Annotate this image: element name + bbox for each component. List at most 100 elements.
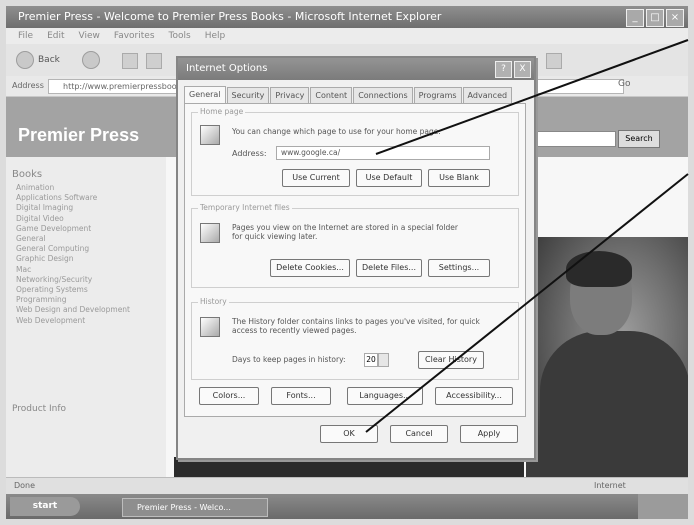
general-tab-panel: Home page You can change which page to u… <box>184 103 526 417</box>
settings-button[interactable]: Settings... <box>428 259 490 277</box>
tab-general[interactable]: General <box>184 86 226 104</box>
languages-button[interactable]: Languages... <box>347 387 423 405</box>
days-spinner-icon[interactable] <box>378 353 389 367</box>
photo-body <box>540 331 688 481</box>
history-text: The History folder contains links to pag… <box>232 317 480 335</box>
tab-privacy[interactable]: Privacy <box>270 87 310 103</box>
status-bar: Done Internet <box>6 477 688 494</box>
nav-item[interactable]: Web Design and Development <box>16 305 130 315</box>
history-title: History <box>198 297 229 306</box>
dialog-title: Internet Options <box>186 63 268 74</box>
close-icon[interactable]: × <box>666 9 684 27</box>
accessibility-button[interactable]: Accessibility... <box>435 387 513 405</box>
browser-title-bar: Premier Press - Welcome to Premier Press… <box>6 6 688 28</box>
site-search-input[interactable] <box>526 131 616 147</box>
nav-item[interactable]: Game Development <box>16 224 130 234</box>
maximize-icon[interactable]: □ <box>646 9 664 27</box>
back-arrow-icon <box>16 51 34 69</box>
home-page-text: You can change which page to use for you… <box>232 127 441 136</box>
tab-content[interactable]: Content <box>310 87 353 103</box>
back-button[interactable]: Back <box>16 51 60 69</box>
address-label: Address <box>12 81 44 90</box>
apply-button[interactable]: Apply <box>460 425 518 443</box>
menu-file[interactable]: File <box>18 28 33 44</box>
delete-cookies-button[interactable]: Delete Cookies... <box>270 259 350 277</box>
menu-favorites[interactable]: Favorites <box>114 28 155 44</box>
help-icon[interactable]: ? <box>495 61 512 78</box>
photo-hair <box>566 251 632 287</box>
window-controls: _ □ × <box>626 9 684 27</box>
temporary-files-title: Temporary Internet files <box>198 203 292 212</box>
nav-item[interactable]: Mac <box>16 265 130 275</box>
browser-window: Premier Press - Welcome to Premier Press… <box>6 6 688 519</box>
dark-band <box>174 457 524 477</box>
dialog-title-bar: Internet Options ? X <box>178 58 534 80</box>
go-button[interactable]: Go <box>618 79 630 89</box>
taskbar-item-browser[interactable]: Premier Press - Welco... <box>122 498 268 517</box>
cancel-button[interactable]: Cancel <box>390 425 448 443</box>
nav-item[interactable]: General <box>16 234 130 244</box>
use-current-button[interactable]: Use Current <box>282 169 350 187</box>
tab-advanced[interactable]: Advanced <box>462 87 513 103</box>
internet-options-dialog: Internet Options ? X General Security Pr… <box>176 56 536 460</box>
promo-photo <box>526 237 688 481</box>
history-group: History The History folder contains link… <box>191 297 519 380</box>
menu-view[interactable]: View <box>79 28 100 44</box>
nav-item[interactable]: Applications Software <box>16 193 130 203</box>
days-to-keep-input[interactable]: 20 <box>364 353 378 367</box>
nav-item[interactable]: Programming <box>16 295 130 305</box>
tab-security[interactable]: Security <box>226 87 270 103</box>
home-page-group: Home page You can change which page to u… <box>191 107 519 196</box>
mail-icon[interactable] <box>546 53 562 69</box>
dialog-controls: ? X <box>495 61 531 78</box>
product-info-heading: Product Info <box>12 404 67 414</box>
start-button[interactable]: start <box>10 497 80 516</box>
menu-bar: File Edit View Favorites Tools Help <box>6 28 688 44</box>
nav-item[interactable]: Digital Imaging <box>16 203 130 213</box>
nav-item[interactable]: Digital Video <box>16 214 130 224</box>
menu-help[interactable]: Help <box>205 28 226 44</box>
back-label: Back <box>38 55 60 65</box>
nav-item[interactable]: Animation <box>16 183 130 193</box>
minimize-icon[interactable]: _ <box>626 9 644 27</box>
ok-button[interactable]: OK <box>320 425 378 443</box>
nav-list: Animation Applications Software Digital … <box>16 183 130 326</box>
system-tray <box>638 494 688 519</box>
home-page-icon <box>200 125 220 145</box>
nav-item[interactable]: Networking/Security <box>16 275 130 285</box>
use-default-button[interactable]: Use Default <box>356 169 422 187</box>
nav-item[interactable]: General Computing <box>16 244 130 254</box>
delete-files-button[interactable]: Delete Files... <box>356 259 422 277</box>
days-to-keep-label: Days to keep pages in history: <box>232 355 346 364</box>
menu-edit[interactable]: Edit <box>47 28 64 44</box>
browser-title: Premier Press - Welcome to Premier Press… <box>18 10 442 23</box>
use-blank-button[interactable]: Use Blank <box>428 169 490 187</box>
stop-icon[interactable] <box>122 53 138 69</box>
tab-programs[interactable]: Programs <box>413 87 462 103</box>
temporary-files-icon <box>200 223 220 243</box>
clear-history-button[interactable]: Clear History <box>418 351 484 369</box>
forward-arrow-icon[interactable] <box>82 51 100 69</box>
close-icon[interactable]: X <box>514 61 531 78</box>
refresh-icon[interactable] <box>146 53 162 69</box>
taskbar: start Premier Press - Welco... <box>6 494 688 519</box>
menu-tools[interactable]: Tools <box>169 28 191 44</box>
tab-connections[interactable]: Connections <box>353 87 413 103</box>
nav-item[interactable]: Graphic Design <box>16 254 130 264</box>
screenshot-frame: Premier Press - Welcome to Premier Press… <box>0 0 694 525</box>
status-text: Done <box>14 481 36 490</box>
colors-button[interactable]: Colors... <box>199 387 259 405</box>
temporary-files-text: Pages you view on the Internet are store… <box>232 223 459 241</box>
home-page-title: Home page <box>198 107 246 116</box>
site-logo[interactable]: Premier Press <box>18 125 139 146</box>
home-address-input[interactable]: www.google.ca/ <box>276 146 490 160</box>
site-search-button[interactable]: Search <box>618 130 660 148</box>
nav-heading: Books <box>12 169 43 180</box>
status-zone: Internet <box>594 481 626 490</box>
home-address-label: Address: <box>232 149 267 158</box>
nav-item[interactable]: Operating Systems <box>16 285 130 295</box>
dialog-tabs: General Security Privacy Content Connect… <box>184 86 513 104</box>
nav-item[interactable]: Web Development <box>16 316 130 326</box>
temporary-files-group: Temporary Internet files Pages you view … <box>191 203 519 288</box>
fonts-button[interactable]: Fonts... <box>271 387 331 405</box>
